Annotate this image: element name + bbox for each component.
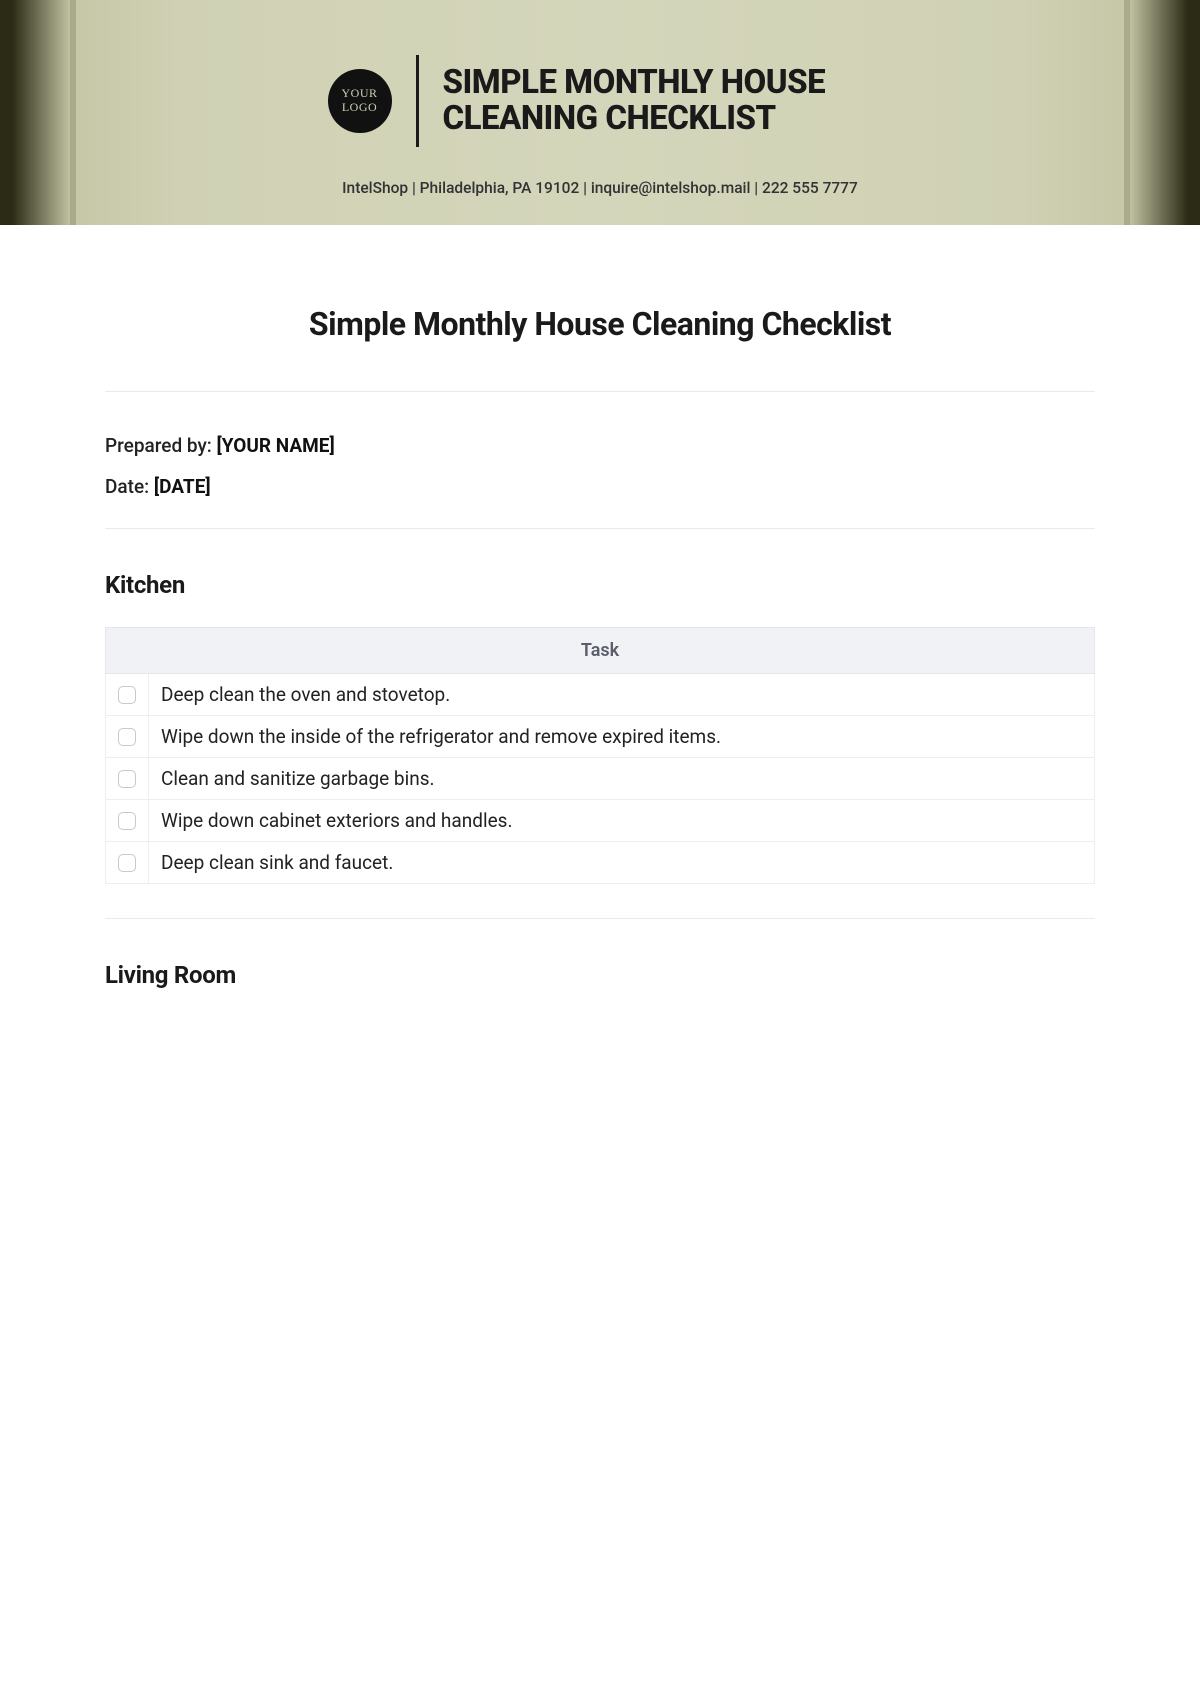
checkbox-icon[interactable] xyxy=(118,854,136,872)
prepared-by-value: [YOUR NAME] xyxy=(217,434,335,457)
content-area: Simple Monthly House Cleaning Checklist … xyxy=(0,225,1200,989)
banner-divider xyxy=(416,55,419,147)
prepared-by-row: Prepared by: [YOUR NAME] xyxy=(105,434,1095,457)
banner-contact-line: IntelShop | Philadelphia, PA 19102 | inq… xyxy=(342,179,858,197)
date-row: Date: [DATE] xyxy=(105,475,1095,498)
task-text: Wipe down the inside of the refrigerator… xyxy=(161,725,721,748)
table-row: Wipe down cabinet exteriors and handles. xyxy=(106,800,1095,842)
checkbox-icon[interactable] xyxy=(118,812,136,830)
task-table-kitchen: Task Deep clean the oven and stovetop. W… xyxy=(105,627,1095,884)
table-row: Wipe down the inside of the refrigerator… xyxy=(106,716,1095,758)
task-text: Clean and sanitize garbage bins. xyxy=(161,767,435,790)
logo-placeholder: YOUR LOGO xyxy=(328,69,392,133)
banner-title: SIMPLE MONTHLY HOUSE CLEANING CHECKLIST xyxy=(443,65,873,136)
section-heading-kitchen: Kitchen xyxy=(105,571,1095,599)
logo-line2: LOGO xyxy=(342,101,377,115)
date-label: Date: xyxy=(105,475,154,498)
task-text: Deep clean sink and faucet. xyxy=(161,851,393,874)
task-text: Deep clean the oven and stovetop. xyxy=(161,683,450,706)
checkbox-icon[interactable] xyxy=(118,770,136,788)
divider xyxy=(105,918,1095,919)
banner-header-row: YOUR LOGO SIMPLE MONTHLY HOUSE CLEANING … xyxy=(328,55,873,147)
table-row: Deep clean sink and faucet. xyxy=(106,842,1095,884)
table-row: Clean and sanitize garbage bins. xyxy=(106,758,1095,800)
prepared-by-label: Prepared by: xyxy=(105,434,217,457)
banner-accent-left xyxy=(70,0,76,225)
logo-line1: YOUR xyxy=(341,87,377,101)
banner: YOUR LOGO SIMPLE MONTHLY HOUSE CLEANING … xyxy=(0,0,1200,225)
checkbox-icon[interactable] xyxy=(118,686,136,704)
checkbox-icon[interactable] xyxy=(118,728,136,746)
table-row: Deep clean the oven and stovetop. xyxy=(106,674,1095,716)
divider xyxy=(105,391,1095,392)
banner-accent-right xyxy=(1124,0,1130,225)
date-value: [DATE] xyxy=(154,475,211,498)
page-title: Simple Monthly House Cleaning Checklist xyxy=(105,305,1095,343)
table-header: Task xyxy=(106,628,1095,674)
task-text: Wipe down cabinet exteriors and handles. xyxy=(161,809,512,832)
section-heading-living-room: Living Room xyxy=(105,961,1095,989)
divider xyxy=(105,528,1095,529)
